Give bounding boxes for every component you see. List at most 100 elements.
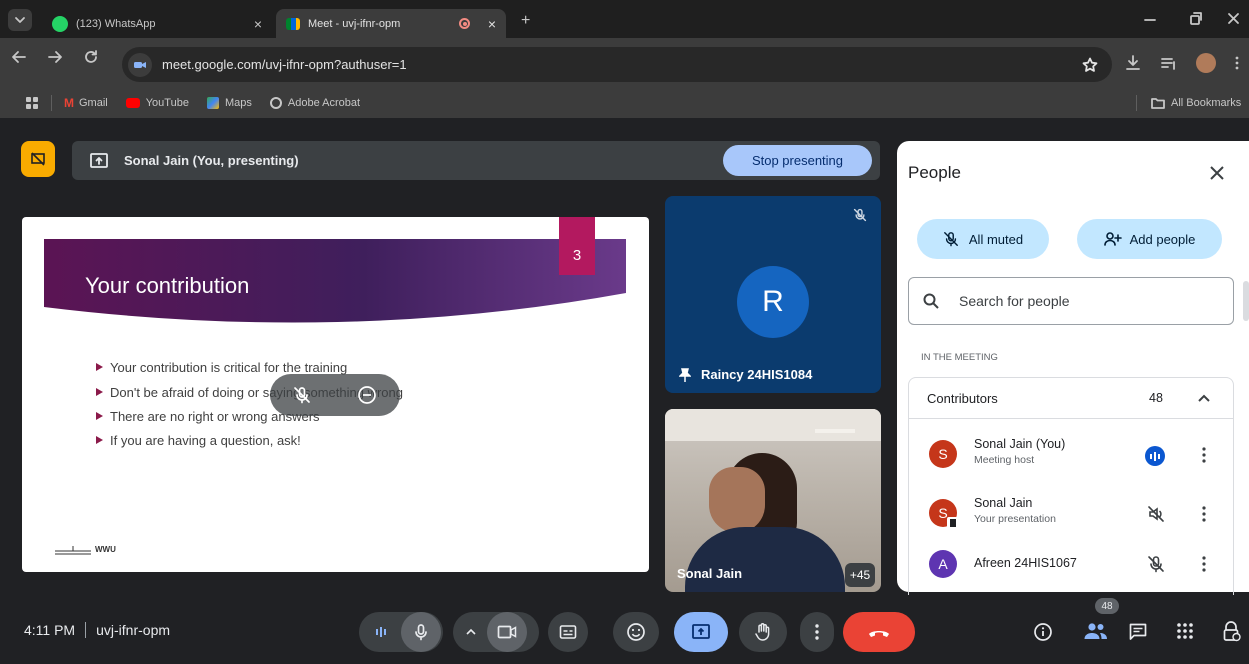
add-people-button[interactable]: Add people — [1077, 219, 1222, 259]
people-button[interactable]: 48 — [1078, 598, 1119, 650]
avatar: S — [929, 440, 957, 468]
slide-number-box: 3 — [559, 217, 595, 275]
bookmark-gmail[interactable]: M Gmail — [64, 96, 108, 110]
people-icon — [1084, 623, 1107, 639]
presenting-bar: Sonal Jain (You, presenting) Stop presen… — [72, 141, 880, 180]
bookmark-adobe-acrobat[interactable]: Adobe Acrobat — [269, 97, 360, 109]
chevron-up-icon[interactable] — [1197, 391, 1211, 405]
media-control-icon[interactable] — [1160, 54, 1178, 72]
ceiling-area — [665, 409, 881, 441]
url-text[interactable]: meet.google.com/uvj-ifnr-opm?authuser=1 — [162, 57, 407, 72]
slide-overlay-controls[interactable] — [270, 374, 400, 416]
restore-icon[interactable] — [1173, 0, 1219, 38]
volume-off-icon[interactable] — [1147, 505, 1165, 523]
speaking-indicator-icon — [1145, 446, 1165, 466]
whatsapp-icon — [52, 15, 68, 32]
more-options-icon — [815, 624, 819, 640]
remove-icon[interactable] — [357, 385, 377, 405]
folder-icon — [1151, 98, 1165, 109]
more-options-button[interactable] — [800, 612, 834, 652]
presentation-badge — [21, 141, 55, 177]
university-logo: WWU — [55, 544, 125, 558]
slide-title: Your contribution — [85, 273, 250, 298]
close-icon[interactable] — [1209, 165, 1225, 181]
tab-search-button[interactable] — [8, 9, 32, 31]
all-muted-button[interactable]: All muted — [917, 219, 1049, 259]
chevron-up-icon[interactable] — [465, 626, 477, 638]
present-screen-icon — [692, 624, 710, 639]
emoji-icon — [627, 623, 645, 641]
camera-control — [453, 612, 539, 652]
tab-whatsapp[interactable]: (123) WhatsApp × — [42, 9, 272, 38]
present-off-icon — [31, 152, 45, 166]
more-participants-badge[interactable]: +45 — [845, 563, 875, 587]
person-face — [709, 467, 765, 533]
camera-icon — [497, 625, 517, 639]
meeting-info: 4:11 PM uvj-ifnr-opm — [24, 622, 170, 638]
present-now-button[interactable] — [674, 612, 728, 652]
camera-button[interactable] — [487, 612, 527, 652]
slide-bullet: If you are having a question, ask! — [96, 433, 301, 448]
avatar: A — [929, 550, 957, 578]
pin-icon — [679, 367, 691, 382]
reactions-button[interactable] — [613, 612, 659, 652]
minimize-icon[interactable] — [1127, 0, 1173, 38]
group-label: Contributors — [927, 390, 998, 406]
back-arrow-icon[interactable] — [10, 48, 28, 66]
panel-scrollbar[interactable] — [1243, 281, 1249, 321]
mic-off-icon — [1148, 556, 1164, 573]
mic-off-icon[interactable] — [293, 386, 311, 404]
site-info-icon[interactable] — [128, 52, 152, 77]
avatar: R — [737, 266, 809, 338]
youtube-icon — [125, 98, 140, 108]
tab-label: Meet - uvj-ifnr-opm — [308, 17, 401, 30]
globe-icon — [269, 97, 282, 109]
raise-hand-button[interactable] — [739, 612, 787, 652]
reload-icon[interactable] — [82, 48, 100, 66]
add-person-icon — [1103, 232, 1122, 246]
url-omnibox[interactable]: meet.google.com/uvj-ifnr-opm?authuser=1 — [122, 47, 1112, 82]
bookmark-star-icon[interactable] — [1082, 57, 1098, 73]
contributors-header[interactable]: Contributors 48 — [909, 378, 1233, 419]
close-window-icon[interactable] — [1219, 0, 1249, 38]
recording-icon — [459, 18, 470, 29]
tile-name-label: Sonal Jain — [677, 566, 743, 581]
activities-grid-icon[interactable] — [1176, 622, 1194, 640]
tab-label: (123) WhatsApp — [76, 17, 156, 30]
more-options-icon[interactable] — [1201, 555, 1207, 573]
pin-icon — [947, 517, 959, 529]
search-people-field[interactable]: Search for people — [908, 277, 1234, 325]
participant-row[interactable]: S Sonal Jain (You) Meeting host — [909, 426, 1233, 485]
download-icon[interactable] — [1124, 54, 1142, 72]
microphone-button[interactable] — [401, 612, 441, 652]
participant-tile-sonal[interactable]: Sonal Jain +45 — [665, 409, 881, 592]
search-input[interactable]: Search for people — [959, 293, 1070, 309]
profile-avatar[interactable] — [1196, 53, 1216, 73]
participant-row[interactable]: A Afreen 24HIS1067 — [909, 536, 1233, 592]
forward-arrow-icon[interactable] — [46, 48, 64, 66]
meeting-details-icon[interactable] — [1033, 622, 1053, 642]
stop-presenting-button[interactable]: Stop presenting — [723, 145, 872, 176]
more-options-icon[interactable] — [1201, 446, 1207, 464]
audio-level-icon — [361, 612, 401, 652]
host-controls-lock-icon[interactable] — [1222, 620, 1242, 642]
captions-button[interactable] — [548, 612, 588, 652]
panel-title: People — [908, 163, 961, 182]
new-tab-button[interactable]: + — [521, 12, 530, 30]
tab-close-button[interactable]: × — [254, 16, 262, 32]
bookmark-youtube[interactable]: YouTube — [125, 97, 189, 109]
more-options-icon[interactable] — [1201, 505, 1207, 523]
browser-menu-icon[interactable] — [1234, 54, 1240, 72]
tab-meet[interactable]: Meet - uvj-ifnr-opm × — [276, 9, 506, 38]
participant-role: Your presentation — [974, 513, 1056, 525]
leave-call-button[interactable] — [843, 612, 915, 652]
present-screen-icon — [90, 152, 108, 168]
participant-tile-raincy[interactable]: R Raincy 24HIS1084 — [665, 196, 881, 393]
tab-close-button[interactable]: × — [488, 16, 496, 32]
all-bookmarks[interactable]: All Bookmarks — [1136, 95, 1241, 111]
chat-icon[interactable] — [1128, 622, 1148, 642]
hand-icon — [755, 623, 770, 641]
bookmark-maps[interactable]: Maps — [206, 97, 252, 109]
microphone-icon — [415, 624, 427, 641]
apps-grid-icon[interactable] — [25, 96, 39, 110]
